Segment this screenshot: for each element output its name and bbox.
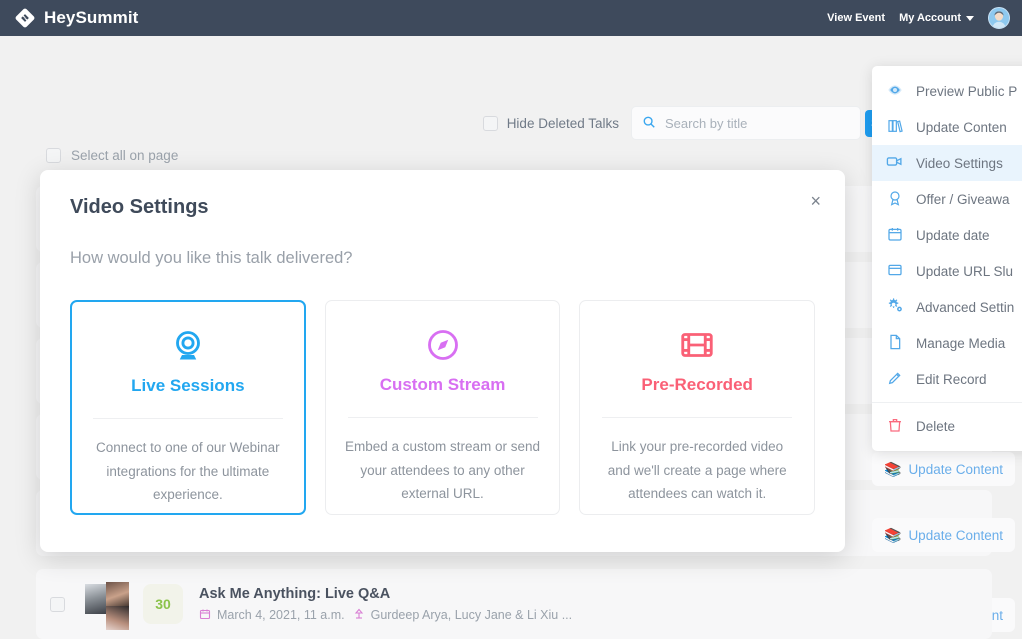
- calendar-icon: [199, 608, 211, 623]
- option-description: Link your pre-recorded video and we'll c…: [607, 439, 787, 502]
- option-card-live-sessions[interactable]: Live Sessions Connect to one of our Webi…: [70, 300, 306, 515]
- hide-deleted-talks-toggle[interactable]: Hide Deleted Talks: [482, 115, 619, 131]
- modal-subtitle: How would you like this talk delivered?: [70, 249, 353, 267]
- close-icon[interactable]: ×: [810, 192, 821, 210]
- select-all-checkbox[interactable]: [46, 148, 61, 163]
- window-icon: [886, 262, 903, 281]
- gears-icon: [886, 297, 903, 317]
- option-title: Custom Stream: [379, 375, 506, 394]
- hide-deleted-checkbox[interactable]: [482, 115, 498, 131]
- search-box[interactable]: Search by title: [631, 106, 861, 140]
- my-account-menu[interactable]: My Account: [899, 12, 974, 24]
- file-icon: [886, 334, 903, 353]
- search-input[interactable]: Search by title: [665, 116, 747, 131]
- search-icon: [642, 115, 656, 132]
- talk-speakers: Gurdeep Arya, Lucy Jane & Li Xiu ...: [353, 608, 573, 623]
- option-description: Embed a custom stream or send your atten…: [344, 439, 541, 502]
- menu-item-preview-public-page[interactable]: Preview Public P: [872, 73, 1022, 109]
- menu-item-manage-media[interactable]: Manage Media: [872, 325, 1022, 361]
- menu-item-offer-giveaway[interactable]: Offer / Giveawa: [872, 181, 1022, 217]
- app-page: HeySummit View Event My Account Hide Del…: [0, 0, 1022, 639]
- modal-title: Video Settings: [70, 196, 209, 218]
- divider: [347, 417, 538, 418]
- hide-deleted-label: Hide Deleted Talks: [506, 115, 619, 131]
- talks-filter-row: Hide Deleted Talks Search by title Se: [0, 102, 1022, 144]
- webcam-icon: [170, 324, 206, 368]
- menu-item-label: Manage Media: [916, 335, 1006, 351]
- menu-item-delete[interactable]: Delete: [872, 408, 1022, 444]
- menu-item-label: Preview Public P: [916, 83, 1018, 99]
- award-ribbon-icon: [886, 190, 903, 209]
- talk-date: March 4, 2021, 11 a.m.: [199, 608, 345, 623]
- brand-name: HeySummit: [44, 8, 139, 27]
- chevron-down-icon: [966, 15, 974, 21]
- menu-item-edit-record[interactable]: Edit Record: [872, 361, 1022, 397]
- compass-icon: [425, 323, 461, 367]
- avatar[interactable]: [988, 7, 1010, 29]
- talk-title: Ask Me Anything: Live Q&A: [199, 585, 391, 602]
- trash-icon: [886, 417, 903, 436]
- talk-date-label: March 4, 2021, 11 a.m.: [217, 608, 345, 622]
- view-event-link[interactable]: View Event: [827, 12, 885, 24]
- menu-item-update-url-slug[interactable]: Update URL Slu: [872, 253, 1022, 289]
- menu-item-label: Advanced Settin: [916, 299, 1015, 315]
- select-all-label: Select all on page: [71, 148, 179, 163]
- update-content-button[interactable]: 📚 Update Content: [872, 452, 1016, 486]
- menu-item-label: Update date: [916, 227, 990, 243]
- menu-item-label: Delete: [916, 418, 956, 434]
- option-card-custom-stream[interactable]: Custom Stream Embed a custom stream or s…: [324, 300, 561, 515]
- menu-item-video-settings[interactable]: Video Settings: [872, 145, 1022, 181]
- menu-item-label: Offer / Giveawa: [916, 191, 1010, 207]
- menu-item-advanced-settings[interactable]: Advanced Settin: [872, 289, 1022, 325]
- film-strip-icon: [679, 323, 715, 367]
- divider: [602, 417, 793, 418]
- duration-badge: 30: [143, 584, 183, 624]
- option-card-pre-recorded[interactable]: Pre-Recorded Link your pre-recorded vide…: [579, 300, 815, 515]
- books-icon: 📚: [884, 526, 902, 543]
- divider: [92, 418, 283, 419]
- menu-divider: [872, 402, 1022, 403]
- video-camera-icon: [886, 153, 903, 173]
- menu-item-update-date[interactable]: Update date: [872, 217, 1022, 253]
- top-navbar: HeySummit View Event My Account: [0, 0, 1022, 36]
- calendar-icon: [886, 226, 903, 245]
- delivery-options: Live Sessions Connect to one of our Webi…: [70, 300, 815, 515]
- menu-item-label: Video Settings: [916, 155, 1003, 171]
- pencil-icon: [886, 370, 903, 389]
- books-icon: 📚: [884, 460, 902, 477]
- talk-meta: March 4, 2021, 11 a.m. Gurdeep Arya, Luc…: [199, 608, 572, 623]
- update-content-label: Update Content: [908, 527, 1004, 543]
- books-icon: [886, 118, 903, 137]
- avatar: [85, 584, 107, 614]
- avatar: [106, 606, 129, 630]
- eye-icon: [886, 82, 903, 101]
- menu-item-update-content[interactable]: Update Conten: [872, 109, 1022, 145]
- option-title: Live Sessions: [131, 376, 245, 395]
- video-settings-modal: Video Settings × How would you like this…: [40, 170, 845, 552]
- heysummit-diamond-logo-icon: [14, 7, 36, 29]
- menu-item-label: Edit Record: [916, 371, 987, 387]
- table-row[interactable]: 30 Ask Me Anything: Live Q&A March 4, 20…: [36, 569, 992, 639]
- avatar: [106, 582, 129, 606]
- talk-actions-dropdown: Preview Public P Update Conten Video Set…: [872, 66, 1022, 451]
- navbar-right: View Event My Account: [827, 7, 1022, 29]
- update-content-button[interactable]: 📚 Update Content: [872, 518, 1016, 552]
- brand-logo[interactable]: HeySummit: [0, 7, 138, 29]
- update-content-label: Update Content: [908, 461, 1004, 477]
- my-account-label: My Account: [899, 12, 961, 24]
- option-title: Pre-Recorded: [641, 375, 753, 394]
- speaker-avatars: [85, 582, 129, 630]
- talk-info: Ask Me Anything: Live Q&A March 4, 2021,…: [199, 586, 572, 623]
- menu-item-label: Update URL Slu: [916, 263, 1014, 279]
- menu-item-label: Update Conten: [916, 119, 1007, 135]
- option-description: Connect to one of our Webinar integratio…: [96, 440, 280, 503]
- select-all-on-page[interactable]: Select all on page: [46, 148, 178, 163]
- speaker-icon: [353, 608, 365, 623]
- row-select-checkbox[interactable]: [50, 596, 65, 612]
- talk-speakers-label: Gurdeep Arya, Lucy Jane & Li Xiu ...: [370, 608, 573, 622]
